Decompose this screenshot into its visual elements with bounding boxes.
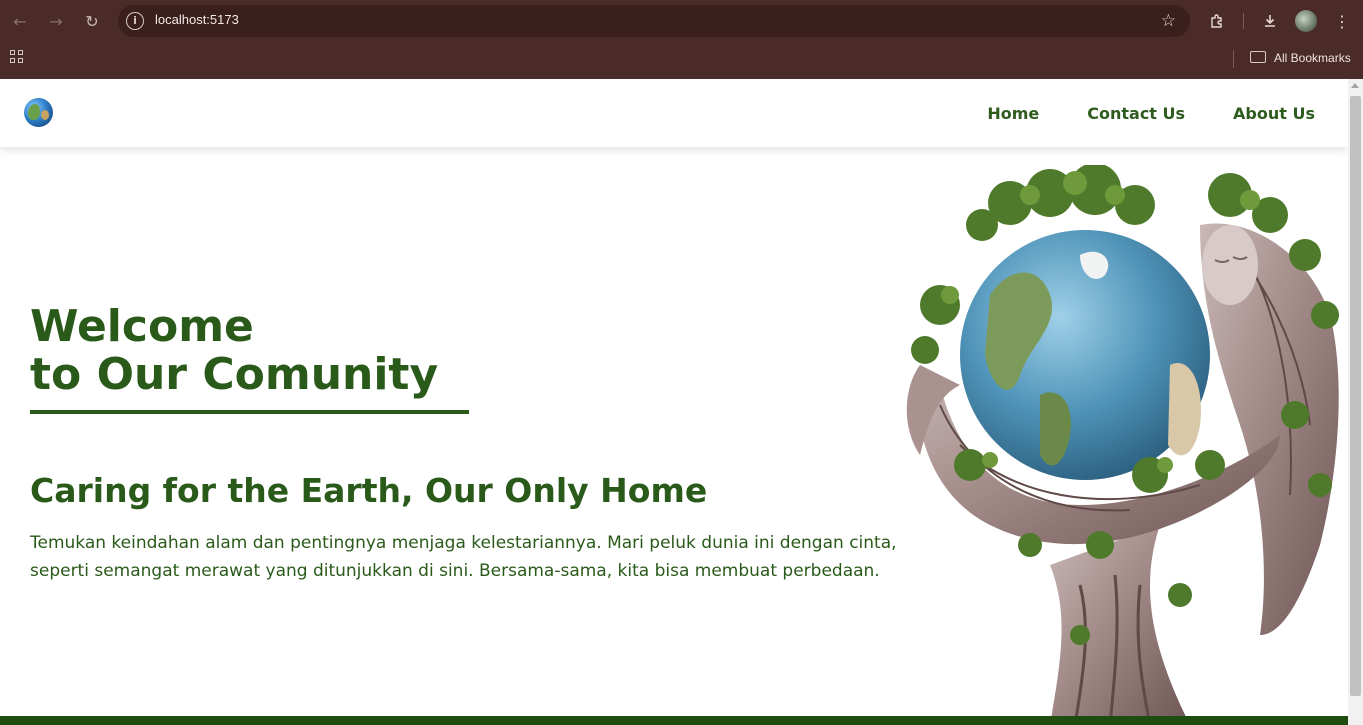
footer-strip [0,716,1348,725]
scrollbar-thumb[interactable] [1350,96,1361,696]
apps-grid-icon[interactable] [10,50,26,66]
hero-divider [30,410,469,414]
download-icon[interactable] [1258,9,1282,33]
bookmarks-bar: All Bookmarks [0,42,1363,79]
puzzle-icon[interactable] [1205,9,1229,33]
hero-subtitle: Caring for the Earth, Our Only Home [30,471,708,510]
arrow-right-icon[interactable]: → [44,9,68,33]
hero-title: Welcome to Our Comunity [30,303,438,399]
info-icon[interactable]: i [126,12,144,30]
hero-description: Temukan keindahan alam dan pentingnya me… [30,533,897,581]
folder-icon[interactable] [1250,51,1266,63]
reload-icon[interactable]: ↻ [80,9,104,33]
kebab-menu-icon[interactable]: ⋮ [1330,9,1354,33]
scroll-up-arrow-icon[interactable] [1351,83,1359,88]
hero-title-line-1: Welcome [30,301,254,352]
address-bar[interactable]: i localhost:5173 ☆ [118,5,1190,37]
globe-logo-icon[interactable] [24,98,53,127]
nav-link-about-us[interactable]: About Us [1233,104,1315,123]
browser-chrome: ← → ↻ i localhost:5173 ☆ ⋮ All Bookmarks [0,0,1363,79]
main-nav: Home Contact Us About Us [987,104,1315,123]
site-header: Home Contact Us About Us [0,79,1348,147]
web-page: Home Contact Us About Us Welcome to Our … [0,79,1348,725]
hero-title-line-2: to Our Comunity [30,349,439,400]
star-icon[interactable]: ☆ [1161,11,1176,31]
nav-link-home[interactable]: Home [987,104,1039,123]
address-bar-url[interactable]: localhost:5173 [155,12,239,27]
profile-avatar[interactable] [1295,10,1317,32]
all-bookmarks-label[interactable]: All Bookmarks [1274,51,1351,65]
page-scrollbar[interactable] [1348,79,1363,725]
arrow-left-icon[interactable]: ← [8,9,32,33]
toolbar-separator [1243,13,1244,29]
browser-toolbar: ← → ↻ i localhost:5173 ☆ ⋮ [0,0,1363,42]
bookmarks-separator [1233,50,1234,68]
tree-figure-hugging-earth-illustration [906,165,1339,725]
nav-link-contact-us[interactable]: Contact Us [1087,104,1185,123]
